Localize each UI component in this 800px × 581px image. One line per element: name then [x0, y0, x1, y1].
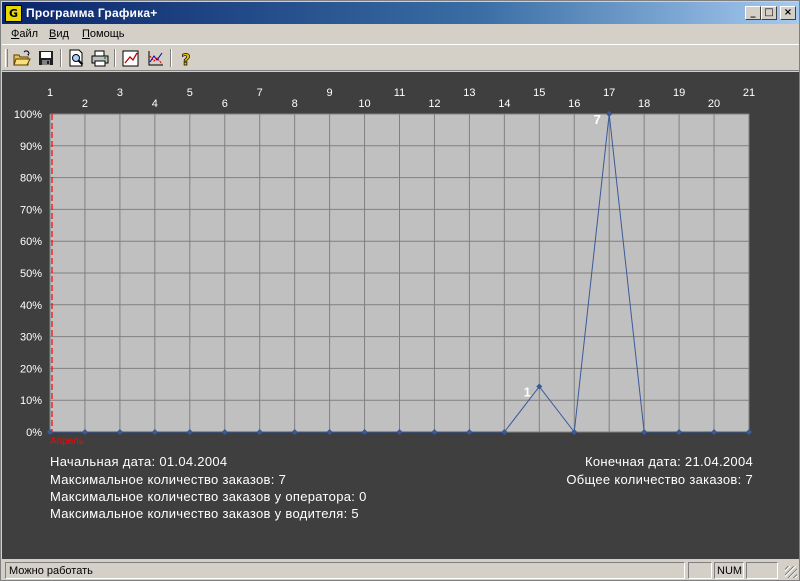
x-tick-label: 19 — [673, 87, 685, 99]
x-tick-label: 6 — [222, 98, 228, 110]
y-tick-label: 30% — [20, 332, 42, 344]
max-orders-driver-label: Максимальное количество заказов у водите… — [50, 506, 359, 521]
chart-panel: 0% 10% 20% 30% 40% 50% 60% 70% 80% 90% 100% 1 2 3 4 5 6 7… — [2, 72, 799, 559]
status-text: Можно работать — [5, 562, 685, 579]
order-chart: 0%10%20%30%40%50%60%70%80%90%100%1234567… — [14, 87, 755, 447]
print-preview-icon[interactable] — [65, 48, 87, 69]
x-tick-label: 15 — [533, 87, 545, 99]
x-tick-label: 18 — [638, 98, 650, 110]
status-bar: Можно работать NUM — [2, 560, 799, 580]
toolbar: ? — [2, 44, 799, 71]
title-bar[interactable]: G Программа Графика+ _ □ × — [2, 2, 799, 24]
menu-file[interactable]: Файл — [11, 28, 38, 40]
help-icon[interactable]: ? — [175, 48, 197, 69]
y-tick-label: 80% — [20, 173, 42, 185]
svg-text:?: ? — [181, 50, 190, 69]
main-window: G Программа Графика+ _ □ × Файл Вид Помо… — [0, 0, 800, 581]
x-tick-label: 7 — [257, 87, 263, 99]
y-tick-label: 40% — [20, 300, 42, 312]
x-tick-label: 8 — [292, 98, 298, 110]
x-tick-label: 14 — [498, 98, 510, 110]
toolbar-separator — [114, 49, 116, 67]
x-tick-label: 12 — [428, 98, 440, 110]
menu-help[interactable]: Помощь — [82, 28, 125, 40]
x-tick-label: 10 — [358, 98, 370, 110]
minimize-button[interactable]: _ — [745, 6, 761, 20]
x-tick-label: 16 — [568, 98, 580, 110]
x-tick-label: 21 — [743, 87, 755, 99]
end-date-label: Конечная дата: 21.04.2004 — [585, 454, 753, 469]
save-icon[interactable] — [35, 48, 57, 69]
total-orders-label: Общее количество заказов: 7 — [566, 472, 753, 487]
x-tick-label: 3 — [117, 87, 123, 99]
menu-bar: Файл Вид Помощь — [2, 25, 799, 44]
maximize-button[interactable]: □ — [761, 6, 777, 20]
max-orders-label: Максимальное количество заказов: 7 — [50, 472, 287, 487]
graph-options-icon[interactable] — [145, 48, 167, 69]
y-tick-label: 100% — [14, 109, 42, 121]
y-tick-label: 60% — [20, 236, 42, 248]
status-panel-scroll — [746, 562, 778, 579]
x-tick-label: 2 — [82, 98, 88, 110]
start-date-label: Начальная дата: 01.04.2004 — [50, 454, 228, 469]
x-tick-label: 11 — [394, 87, 405, 99]
max-orders-operator-label: Максимальное количество заказов у операт… — [50, 489, 367, 504]
toolbar-grip[interactable] — [5, 49, 8, 67]
open-icon[interactable] — [11, 48, 33, 69]
toolbar-separator — [60, 49, 62, 67]
toolbar-separator — [170, 49, 172, 67]
app-icon: G — [5, 5, 22, 22]
x-tick-label: 13 — [463, 87, 475, 99]
status-panel-caps — [688, 562, 712, 579]
y-tick-label: 10% — [20, 395, 42, 407]
y-tick-label: 70% — [20, 204, 42, 216]
x-tick-label: 5 — [187, 87, 193, 99]
y-tick-label: 50% — [20, 268, 42, 280]
resize-grip[interactable] — [785, 566, 797, 578]
x-tick-label: 9 — [327, 87, 333, 99]
x-tick-label: 4 — [152, 98, 158, 110]
x-tick-label: 17 — [603, 87, 615, 99]
x-tick-label: 20 — [708, 98, 720, 110]
data-label: 1 — [524, 385, 531, 400]
close-button[interactable]: × — [780, 6, 796, 20]
data-label: 7 — [594, 112, 601, 127]
menu-view[interactable]: Вид — [49, 28, 69, 40]
window-title: Программа Графика+ — [26, 6, 158, 20]
x-tick-label: 1 — [47, 87, 53, 99]
status-panel-num: NUM — [714, 562, 744, 579]
chart-icon[interactable] — [120, 48, 142, 69]
y-tick-label: 0% — [26, 427, 42, 439]
y-tick-label: 20% — [20, 363, 42, 375]
month-marker-label: Апрель — [50, 436, 84, 447]
print-icon[interactable] — [89, 48, 111, 69]
y-tick-label: 90% — [20, 141, 42, 153]
